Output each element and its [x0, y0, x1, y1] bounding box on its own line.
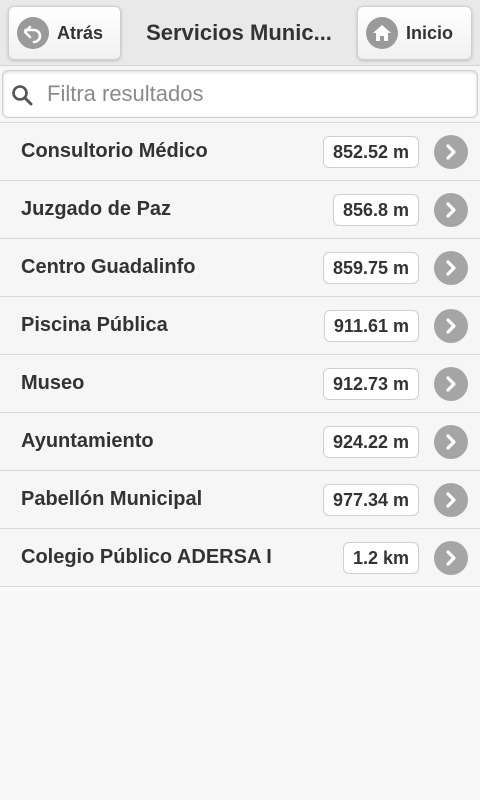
list-item-label: Ayuntamiento: [21, 430, 154, 452]
distance-badge: 911.61 m: [323, 310, 419, 342]
results-list: Consultorio Médico 852.52 m Juzgado de Paz…: [0, 122, 480, 587]
chevron-right-icon: [434, 367, 468, 401]
back-arrow-icon: [17, 17, 49, 49]
distance-badge: 977.34 m: [322, 484, 419, 516]
list-item[interactable]: Ayuntamiento 924.22 m: [0, 413, 480, 471]
distance-badge: 924.22 m: [322, 426, 419, 458]
chevron-right-icon: [434, 135, 468, 169]
chevron-right-icon: [434, 541, 468, 575]
back-button[interactable]: Atrás: [8, 6, 121, 60]
distance-badge: 912.73 m: [322, 368, 419, 400]
home-button[interactable]: Inicio: [357, 6, 472, 60]
list-item-label: Piscina Pública: [21, 314, 168, 336]
distance-badge: 1.2 km: [342, 542, 419, 574]
list-item-label: Juzgado de Paz: [21, 198, 172, 220]
list-item[interactable]: Museo 912.73 m: [0, 355, 480, 413]
chevron-right-icon: [434, 309, 468, 343]
search-icon: [11, 84, 33, 106]
list-item[interactable]: Consultorio Médico 852.52 m: [0, 123, 480, 181]
list-item[interactable]: Centro Guadalinfo 859.75 m: [0, 239, 480, 297]
distance-badge: 852.52 m: [322, 136, 419, 168]
filter-bar: [0, 66, 480, 122]
chevron-right-icon: [434, 193, 468, 227]
list-item-label: Museo: [21, 372, 85, 394]
list-item-label: Centro Guadalinfo: [21, 256, 196, 278]
chevron-right-icon: [434, 483, 468, 517]
distance-badge: 856.8 m: [332, 194, 419, 226]
list-item-label: Pabellón Municipal: [21, 488, 203, 510]
search-field[interactable]: [2, 70, 478, 118]
distance-badge: 859.75 m: [322, 252, 419, 284]
home-button-label: Inicio: [406, 22, 454, 43]
search-input[interactable]: [45, 71, 465, 117]
page-title: Servicios Munic...: [146, 20, 332, 45]
list-item[interactable]: Piscina Pública 911.61 m: [0, 297, 480, 355]
list-item-label: Colegio Público ADERSA I: [21, 546, 272, 568]
chevron-right-icon: [434, 251, 468, 285]
home-icon: [366, 17, 398, 49]
list-item[interactable]: Juzgado de Paz 856.8 m: [0, 181, 480, 239]
chevron-right-icon: [434, 425, 468, 459]
list-item-label: Consultorio Médico: [21, 140, 208, 162]
list-item[interactable]: Pabellón Municipal 977.34 m: [0, 471, 480, 529]
list-item[interactable]: Colegio Público ADERSA I 1.2 km: [0, 529, 480, 587]
header-bar: Atrás Servicios Munic... Inicio: [0, 0, 480, 66]
back-button-label: Atrás: [57, 22, 104, 43]
